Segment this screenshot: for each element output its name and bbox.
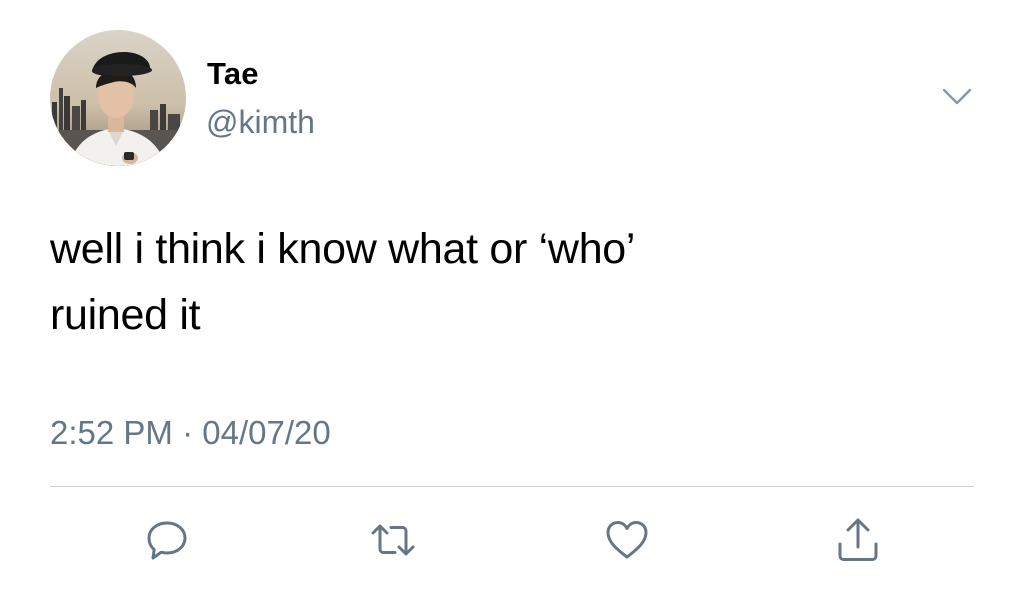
- share-icon: [838, 518, 878, 561]
- tweet-timestamp: 2:52 PM · 04/07/20: [50, 414, 331, 452]
- reply-button[interactable]: [143, 516, 191, 564]
- chevron-down-icon[interactable]: [940, 84, 974, 108]
- reply-icon: [147, 521, 187, 560]
- tweet-time: 2:52 PM: [50, 414, 173, 451]
- tweet-text-line: ruined it: [50, 291, 201, 339]
- divider: [50, 486, 974, 487]
- tweet-text-line: well i think i know what or ‘who’: [50, 225, 636, 273]
- tweet-date: 04/07/20: [202, 414, 331, 451]
- heart-icon: [606, 521, 648, 559]
- avatar-image: [50, 30, 186, 166]
- retweet-button[interactable]: [369, 516, 417, 564]
- user-handle[interactable]: @kimth: [206, 104, 315, 141]
- avatar[interactable]: [50, 30, 186, 166]
- tweet-text: well i think i know what or ‘who’ ruined…: [50, 216, 950, 348]
- timestamp-separator: ·: [182, 414, 194, 451]
- tweet-card: Tae @kimth well i think i know what or ‘…: [0, 0, 1024, 596]
- display-name[interactable]: Tae: [207, 56, 259, 92]
- like-button[interactable]: [603, 516, 651, 564]
- share-button[interactable]: [834, 516, 882, 564]
- retweet-icon: [371, 524, 415, 556]
